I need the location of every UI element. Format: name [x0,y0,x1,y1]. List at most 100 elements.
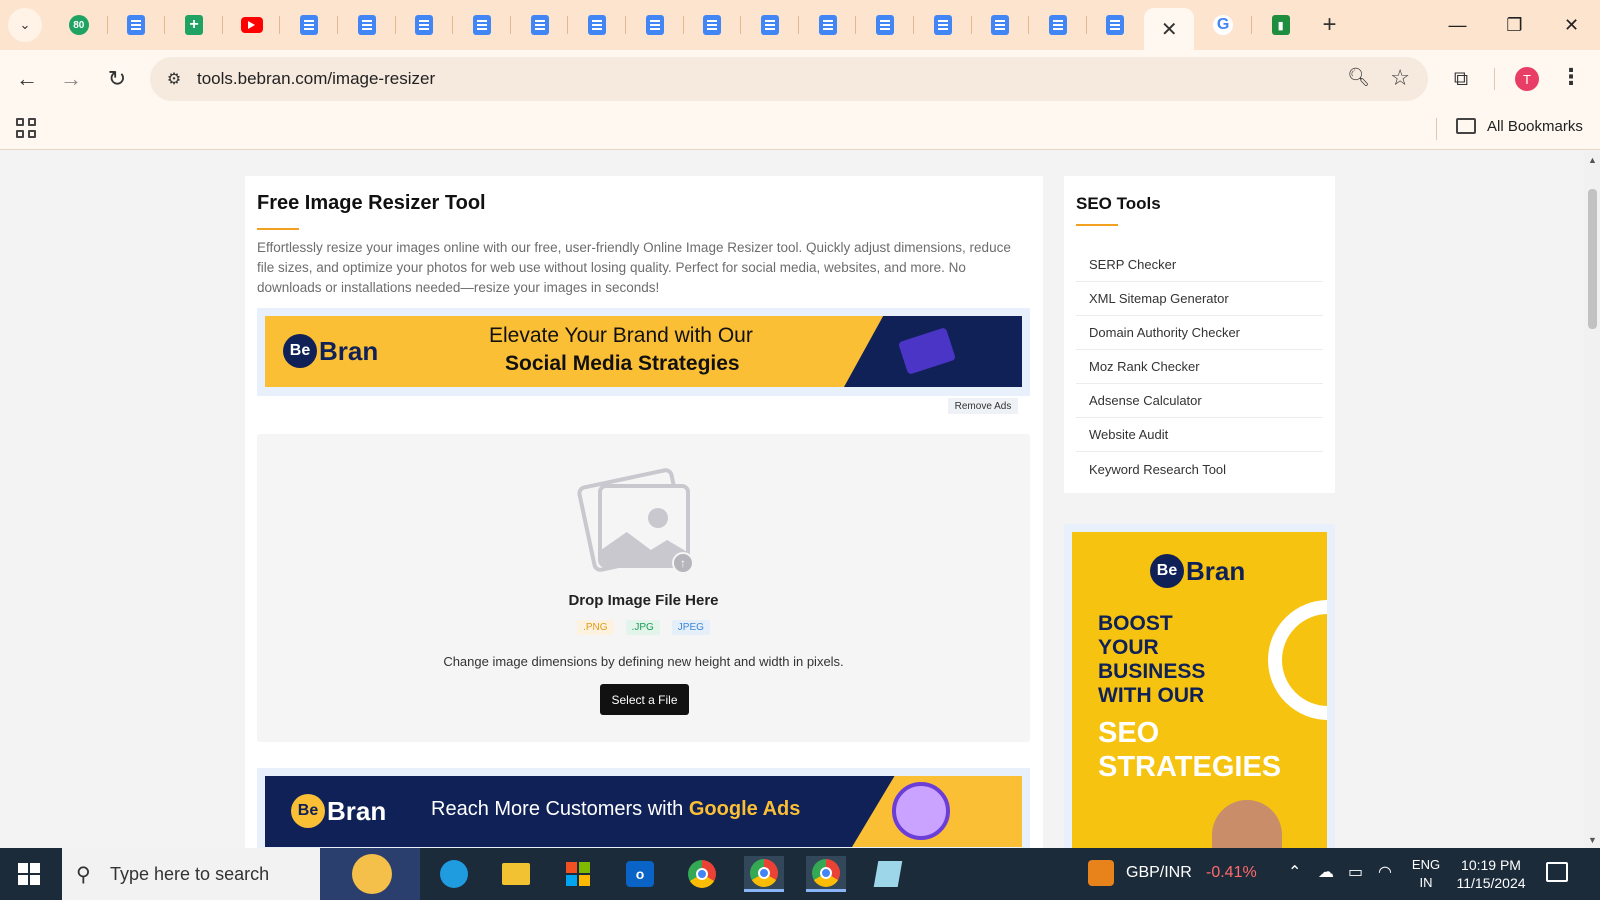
tab-docs[interactable] [914,0,972,50]
title-underline [257,228,299,230]
language-indicator[interactable]: ENG IN [1410,856,1442,892]
chevron-down-icon: ⌄ [19,17,31,32]
stock-pair[interactable]: GBP/INR [1126,864,1192,882]
remove-ads-link[interactable]: Remove Ads [948,398,1018,414]
taskbar-chrome-profile-t[interactable] [744,856,784,892]
taskbar-notes[interactable] [868,856,908,892]
sidebar-item-xml-sitemap-generator[interactable]: XML Sitemap Generator [1076,282,1323,316]
restore-button[interactable]: ❐ [1486,0,1543,50]
tab-docs[interactable] [799,0,857,50]
windows-taskbar: ⚲ Type here to search o GBP/INR -0.41% ⌃… [0,848,1600,900]
windows-start-icon[interactable] [18,863,40,885]
sidebar-ad: Be Bran BOOST YOUR BUSINESS WITH OUR SEO … [1064,524,1335,848]
close-window-button[interactable]: ✕ [1543,0,1600,50]
sidebar-item-adsense-calculator[interactable]: Adsense Calculator [1076,384,1323,418]
menu-kebab-icon[interactable]: ⋮ [1560,64,1582,90]
sidebar-item-website-audit[interactable]: Website Audit [1076,418,1323,452]
tab-strip: ⌄ 80 + ✕ G ▮ + — ❐ ✕ [0,0,1600,50]
stock-change[interactable]: -0.41% [1206,864,1257,882]
minimize-button[interactable]: — [1429,0,1486,50]
tab-docs[interactable] [856,0,914,50]
tab-sheets-chart[interactable]: ▮ [1252,0,1310,50]
taskbar-store[interactable] [558,856,598,892]
tab-youtube[interactable] [223,0,281,50]
sidebar-item-moz-rank-checker[interactable]: Moz Rank Checker [1076,350,1323,384]
all-bookmarks-link[interactable]: All Bookmarks [1487,118,1583,135]
sidebar-item-keyword-research-tool[interactable]: Keyword Research Tool [1076,452,1323,486]
sheets-icon: 80 [68,15,89,35]
url-text[interactable]: tools.bebran.com/image-resizer [197,69,435,89]
tab-sheets-80[interactable]: 80 [50,0,108,50]
docs-icon [933,15,952,35]
tab-docs[interactable] [568,0,626,50]
tab-docs[interactable] [280,0,338,50]
docs-icon [760,15,779,35]
tab-docs[interactable] [511,0,569,50]
new-tab-button[interactable]: + [1309,0,1349,50]
page-scrollbar[interactable]: ▲ ▼ [1584,151,1600,848]
tab-docs[interactable] [338,0,396,50]
tab-docs[interactable] [684,0,742,50]
notification-icon[interactable] [1546,862,1568,882]
tab-search-button[interactable]: ⌄ [8,8,42,42]
tab-docs[interactable] [972,0,1030,50]
system-clock[interactable]: 10:19 PM 11/15/2024 [1452,856,1530,892]
forward-button[interactable]: → [54,62,88,96]
arrow-right-icon: → [60,66,82,91]
tab-docs[interactable] [626,0,684,50]
tab-docs[interactable] [396,0,454,50]
sidebar-item-serp-checker[interactable]: SERP Checker [1076,248,1323,282]
extensions-icon[interactable]: ⧉ [1446,64,1476,94]
chrome-icon [812,858,840,887]
taskbar-search-box[interactable]: ⚲ Type here to search [62,848,420,900]
wifi-icon[interactable]: ◠ [1378,862,1392,882]
taskbar-file-explorer[interactable] [496,856,536,892]
social-media-ad[interactable]: Be Bran Elevate Your Brand with Our Socia… [265,316,1022,387]
google-ads-ad[interactable]: Be Bran Reach More Customers with Google … [265,776,1022,847]
image-drop-zone[interactable]: ↑ Drop Image File Here .PNG .JPG JPEG Ch… [257,434,1030,742]
back-button[interactable]: ← [10,62,44,96]
seo-strategies-ad[interactable]: Be Bran BOOST YOUR BUSINESS WITH OUR SEO … [1072,532,1327,848]
close-icon[interactable]: ✕ [1161,17,1178,42]
chevron-up-icon[interactable]: ⌃ [1288,862,1301,882]
site-info-icon[interactable]: ⚙ [162,67,186,91]
scroll-down-icon[interactable]: ▼ [1588,835,1597,845]
apps-grid-icon[interactable] [16,118,36,138]
tab-google[interactable]: G [1194,0,1252,50]
ad-boost-text: BOOST YOUR BUSINESS WITH OUR [1098,612,1206,707]
tab-docs[interactable] [108,0,166,50]
tab-docs[interactable] [1029,0,1087,50]
chrome-icon [750,858,778,887]
stocks-icon[interactable] [1088,860,1114,886]
sidebar-item-domain-authority-checker[interactable]: Domain Authority Checker [1076,316,1323,350]
zoom-icon[interactable]: 🔍︎ [1347,67,1370,88]
sidebar-title: SEO Tools [1076,194,1161,213]
docs-icon [300,15,319,35]
reload-icon: ↻ [107,66,127,91]
tab-active-close-button[interactable]: ✕ [1144,8,1195,50]
cloud-icon[interactable]: ☁ [1318,862,1334,882]
select-file-button[interactable]: Select a File [600,684,689,715]
scrollbar-thumb[interactable] [1588,189,1597,329]
bebran-logo: Be Bran [291,794,386,828]
taskbar-chrome[interactable] [682,856,722,892]
docs-icon [415,15,434,35]
folder-icon[interactable] [1456,118,1476,134]
bookmarks-divider [1436,118,1437,140]
person-illustration [1212,800,1282,848]
battery-icon[interactable]: ▭ [1348,862,1363,882]
chrome-icon [688,860,716,888]
reload-button[interactable]: ↻ [100,62,134,96]
scroll-up-icon[interactable]: ▲ [1588,155,1597,165]
docs-icon [357,15,376,35]
bookmark-star-icon[interactable]: ☆ [1390,65,1410,91]
tab-sheets[interactable]: + [165,0,223,50]
profile-avatar[interactable]: T [1515,67,1539,91]
taskbar-outlook[interactable]: o [620,856,660,892]
tab-docs[interactable] [453,0,511,50]
tab-docs[interactable] [741,0,799,50]
taskbar-edge[interactable] [434,856,474,892]
tab-docs[interactable] [1087,0,1145,50]
address-bar[interactable]: ⚙ tools.bebran.com/image-resizer 🔍︎ ☆ [150,57,1428,101]
taskbar-chrome-profile[interactable] [806,856,846,892]
